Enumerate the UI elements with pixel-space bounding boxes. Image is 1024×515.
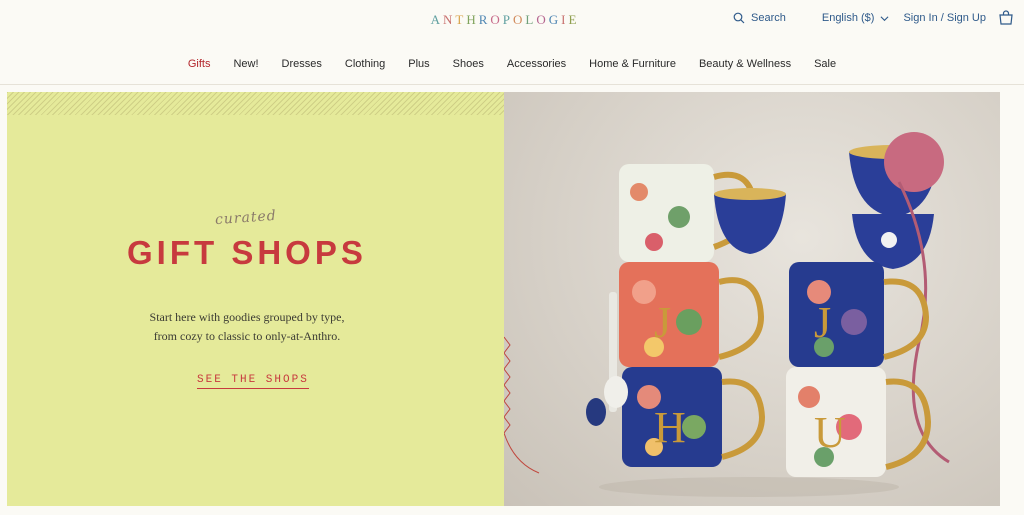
hero-banner[interactable]: curated GIFT SHOPS Start here with goodi… (7, 92, 1000, 506)
logo-letter: N (442, 12, 456, 27)
hero-product-photo: J H J U (504, 92, 1000, 506)
chevron-down-icon (880, 15, 889, 21)
logo-letter: R (478, 12, 491, 27)
nav-item-dresses[interactable]: Dresses (270, 58, 333, 70)
svg-text:U: U (814, 408, 846, 457)
utility-bar: Search English ($) Sign In / Sign Up (733, 9, 1014, 27)
svg-text:H: H (654, 403, 686, 452)
shopping-bag-icon (999, 10, 1013, 25)
search-icon (733, 12, 745, 24)
sign-in-label: Sign In / Sign Up (903, 12, 986, 24)
search-button[interactable]: Search (733, 12, 786, 24)
language-selector[interactable]: English ($) (822, 12, 890, 24)
see-the-shops-link[interactable]: SEE THE SHOPS (197, 374, 309, 389)
nav-item-beauty-wellness[interactable]: Beauty & Wellness (687, 58, 802, 70)
hatch-pattern (7, 92, 504, 115)
svg-text:J: J (814, 298, 831, 347)
logo-letter: O (513, 12, 526, 27)
logo-letter: I (561, 12, 569, 27)
search-label: Search (751, 12, 786, 24)
language-label: English ($) (821, 12, 875, 24)
logo-letter: O (536, 12, 549, 27)
nav-item-sale[interactable]: Sale (803, 58, 848, 70)
nav-item-clothing[interactable]: Clothing (333, 58, 396, 70)
logo-letter: G (548, 12, 562, 27)
logo-letter: E (568, 12, 580, 27)
site-header: ANTHROPOLOGIE Search English ($) Sign In… (0, 0, 1024, 85)
logo-letter: L (525, 12, 537, 27)
logo-letter: T (455, 12, 467, 27)
hero-kicker: curated (214, 207, 278, 229)
nav-item-gifts[interactable]: Gifts (176, 58, 222, 70)
logo-letter: H (466, 12, 479, 27)
logo-letter: A (430, 12, 443, 27)
nav-item-home-furniture[interactable]: Home & Furniture (578, 58, 688, 70)
mugs-illustration: J H J U (504, 132, 950, 497)
hero-description-line-1: Start here with goodies grouped by type, (149, 310, 345, 324)
nav-item-plus[interactable]: Plus (397, 58, 441, 70)
logo-letter: O (490, 12, 503, 27)
shopping-bag-button[interactable] (998, 10, 1014, 26)
nav-item-new[interactable]: New! (222, 58, 270, 70)
main-navigation: Gifts New! Dresses Clothing Plus Shoes A… (0, 58, 1024, 70)
svg-text:J: J (654, 298, 671, 347)
hero-text-panel: curated GIFT SHOPS Start here with goodi… (7, 92, 504, 506)
logo-letter: P (502, 12, 513, 27)
hero-title: GIFT SHOPS (127, 234, 367, 271)
hero-description: Start here with goodies grouped by type,… (117, 308, 377, 346)
hero-description-line-2: from cozy to classic to only-at-Anthro. (153, 329, 341, 343)
sign-in-link[interactable]: Sign In / Sign Up (903, 12, 986, 24)
nav-item-accessories[interactable]: Accessories (495, 58, 577, 70)
nav-item-shoes[interactable]: Shoes (441, 58, 495, 70)
